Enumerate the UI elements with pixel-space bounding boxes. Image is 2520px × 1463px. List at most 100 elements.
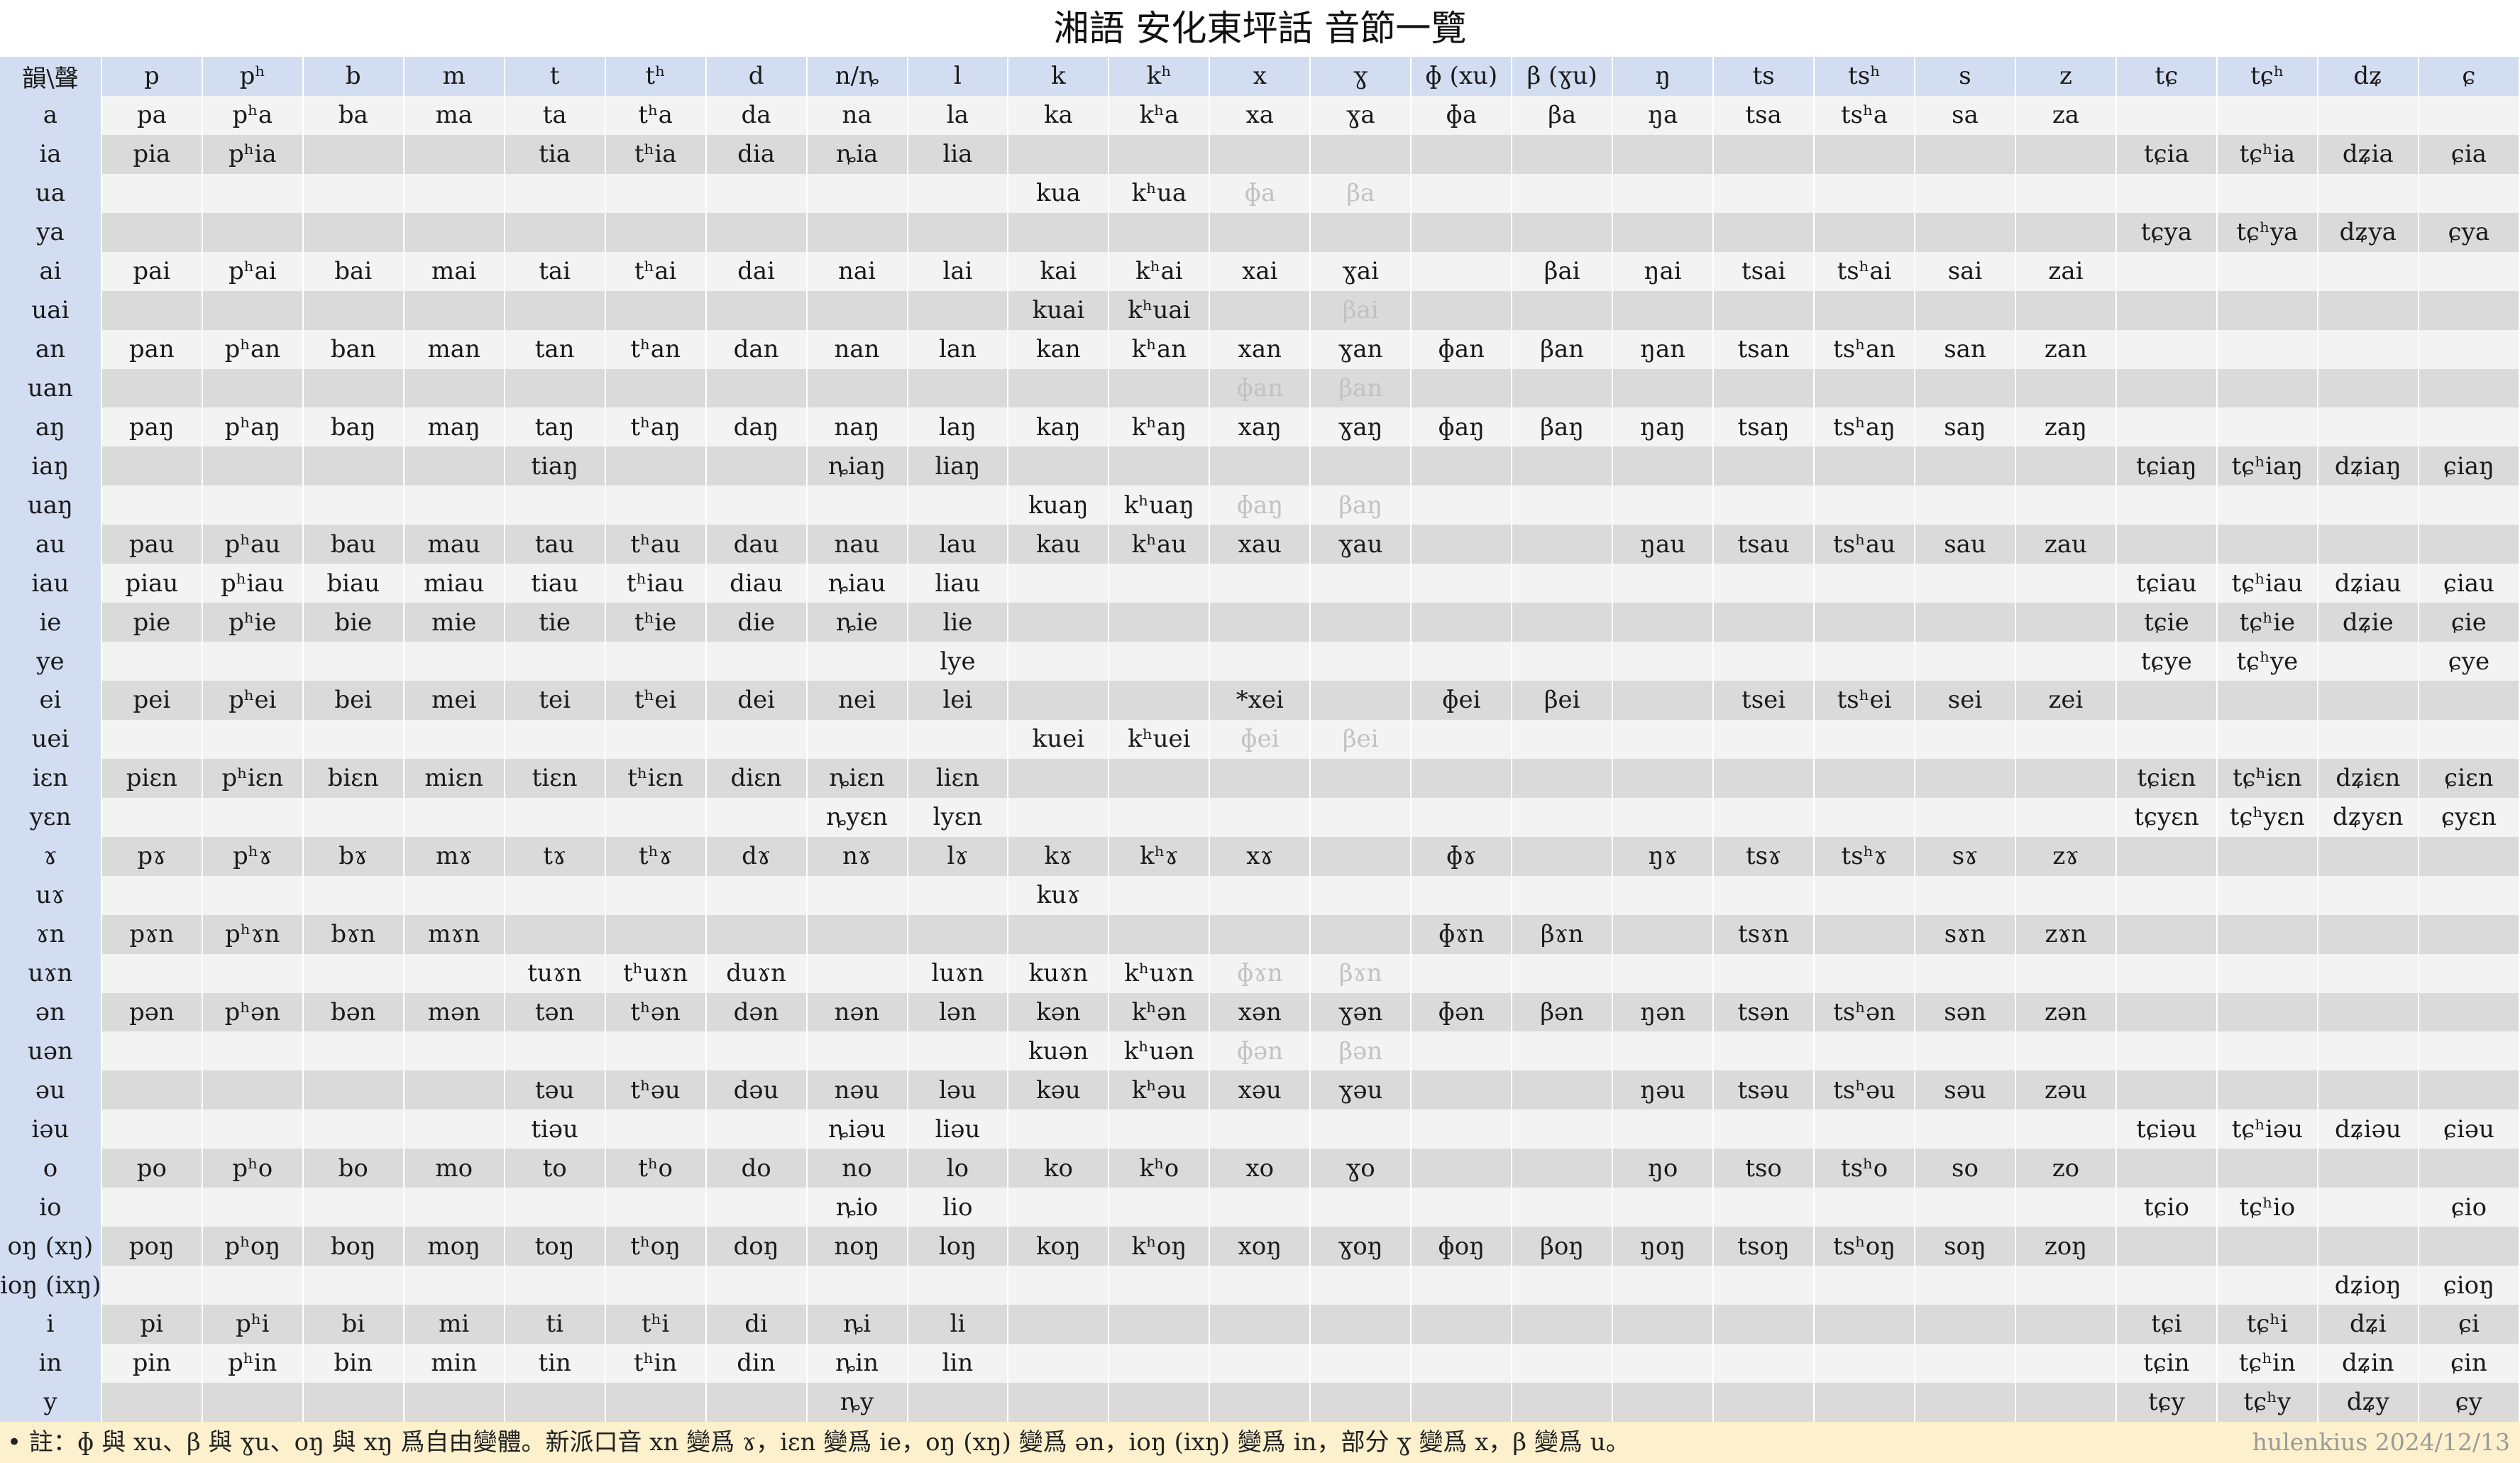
syllable-cell: [1915, 1305, 2016, 1344]
initial-header: tsʰ: [1814, 57, 1916, 96]
syllable-cell: ɕiaŋ: [2418, 446, 2520, 486]
syllable-cell: [2216, 1031, 2318, 1071]
syllable-cell: [1713, 212, 1815, 252]
syllable-cell: po: [101, 1149, 203, 1188]
syllable-cell: [605, 914, 707, 954]
syllable-cell: [1108, 134, 1211, 174]
syllable-cell: [806, 1266, 908, 1305]
syllable-cell: [1612, 642, 1715, 681]
syllable-cell: [1008, 446, 1110, 486]
initial-header: k: [1008, 57, 1110, 96]
syllable-cell: ɕy: [2418, 1382, 2520, 1422]
syllable-cell: [1713, 486, 1815, 525]
syllable-cell: [1612, 875, 1715, 915]
syllable-cell: [907, 212, 1009, 252]
syllable-cell: [2418, 875, 2520, 915]
syllable-cell: βai: [1310, 290, 1412, 330]
initial-header: β (ɣu): [1512, 57, 1614, 96]
syllable-cell: [1512, 1149, 1614, 1188]
final-header: ɤn: [0, 914, 102, 954]
syllable-cell: tɕʰio: [2216, 1188, 2318, 1227]
initial-header: p: [101, 57, 203, 96]
syllable-cell: tsʰa: [1814, 95, 1916, 135]
syllable-cell: [202, 212, 304, 252]
initial-header: x: [1209, 57, 1311, 96]
final-header: ua: [0, 173, 102, 213]
syllable-cell: naŋ: [806, 407, 908, 447]
syllable-cell: [2317, 329, 2419, 369]
syllable-cell: [2418, 914, 2520, 954]
syllable-cell: [1814, 1266, 1916, 1305]
syllable-cell: [1108, 681, 1211, 720]
syllable-cell: [2317, 1070, 2419, 1110]
syllable-cell: mɤn: [403, 914, 505, 954]
syllable-cell: noŋ: [806, 1227, 908, 1266]
syllable-cell: tɕʰiɛn: [2216, 758, 2318, 798]
syllable-cell: tɕiaŋ: [2115, 446, 2218, 486]
syllable-cell: [605, 1188, 707, 1227]
syllable-cell: pʰei: [202, 681, 304, 720]
syllable-cell: [1814, 797, 1916, 837]
final-row: uɤn tuɤn tʰuɤn duɤn luɤn kuɤn kʰuɤn ɸɤn βɤn: [0, 953, 2520, 993]
syllable-cell: [1310, 1109, 1412, 1149]
syllable-cell: lio: [907, 1188, 1009, 1227]
syllable-cell: [302, 1031, 405, 1071]
syllable-cell: dʑie: [2317, 603, 2419, 642]
syllable-cell: [2317, 1188, 2419, 1227]
syllable-cell: tau: [504, 525, 606, 564]
syllable-cell: kɤ: [1008, 836, 1110, 876]
syllable-cell: [1310, 1343, 1412, 1383]
syllable-cell: [1713, 173, 1815, 213]
syllable-cell: [705, 875, 808, 915]
syllable-cell: [1411, 797, 1513, 837]
syllable-cell: tʰiau: [605, 564, 707, 603]
final-header: io: [0, 1188, 102, 1227]
syllable-cell: sa: [1915, 95, 2016, 135]
syllable-cell: [1411, 642, 1513, 681]
syllable-cell: tsəu: [1713, 1070, 1815, 1110]
syllable-cell: [2015, 1343, 2117, 1383]
syllable-cell: [1814, 719, 1916, 759]
final-row: yɛn ȵyɛn lyɛn tɕyɛn tɕʰyɛn dʑyɛn ɕyɛn: [0, 797, 2520, 837]
syllable-cell: [1310, 875, 1412, 915]
syllable-cell: [2115, 290, 2218, 330]
syllable-cell: [1512, 1382, 1614, 1422]
syllable-cell: [1310, 1266, 1412, 1305]
syllable-cell: [1411, 173, 1513, 213]
syllable-cell: [705, 173, 808, 213]
syllable-cell: pia: [101, 134, 203, 174]
syllable-cell: [605, 1031, 707, 1071]
syllable-cell: [1612, 797, 1715, 837]
syllable-cell: kʰai: [1108, 251, 1211, 291]
syllable-cell: [1108, 797, 1211, 837]
final-row: in pin pʰin bin min tin tʰin din ȵin lin tɕin tɕʰin…: [0, 1343, 2520, 1383]
syllable-cell: pʰin: [202, 1343, 304, 1383]
syllable-cell: [1814, 1031, 1916, 1071]
syllable-cell: pin: [101, 1343, 203, 1383]
syllable-cell: [1814, 290, 1916, 330]
syllable-cell: nau: [806, 525, 908, 564]
syllable-cell: ɸei: [1209, 719, 1311, 759]
syllable-cell: [2216, 525, 2318, 564]
syllable-cell: lai: [907, 251, 1009, 291]
syllable-cell: ȵiaŋ: [806, 446, 908, 486]
initial-header: ŋ: [1612, 57, 1715, 96]
syllable-cell: kʰuaŋ: [1108, 486, 1211, 525]
syllable-cell: pɤn: [101, 914, 203, 954]
syllable-cell: no: [806, 1149, 908, 1188]
syllable-cell: [1915, 368, 2016, 408]
syllable-cell: [1612, 719, 1715, 759]
syllable-cell: [1814, 564, 1916, 603]
syllable-cell: dʑi: [2317, 1305, 2419, 1344]
syllable-cell: [605, 173, 707, 213]
syllable-cell: [1108, 642, 1211, 681]
syllable-cell: [1411, 1305, 1513, 1344]
syllable-cell: [1411, 1266, 1513, 1305]
syllable-cell: toŋ: [504, 1227, 606, 1266]
syllable-cell: [101, 1109, 203, 1149]
syllable-cell: [1108, 1266, 1211, 1305]
syllable-cell: ɣan: [1310, 329, 1412, 369]
final-row: ya tɕya tɕʰya dʑya ɕya: [0, 212, 2520, 252]
syllable-cell: [2015, 173, 2117, 213]
syllable-cell: [1008, 603, 1110, 642]
